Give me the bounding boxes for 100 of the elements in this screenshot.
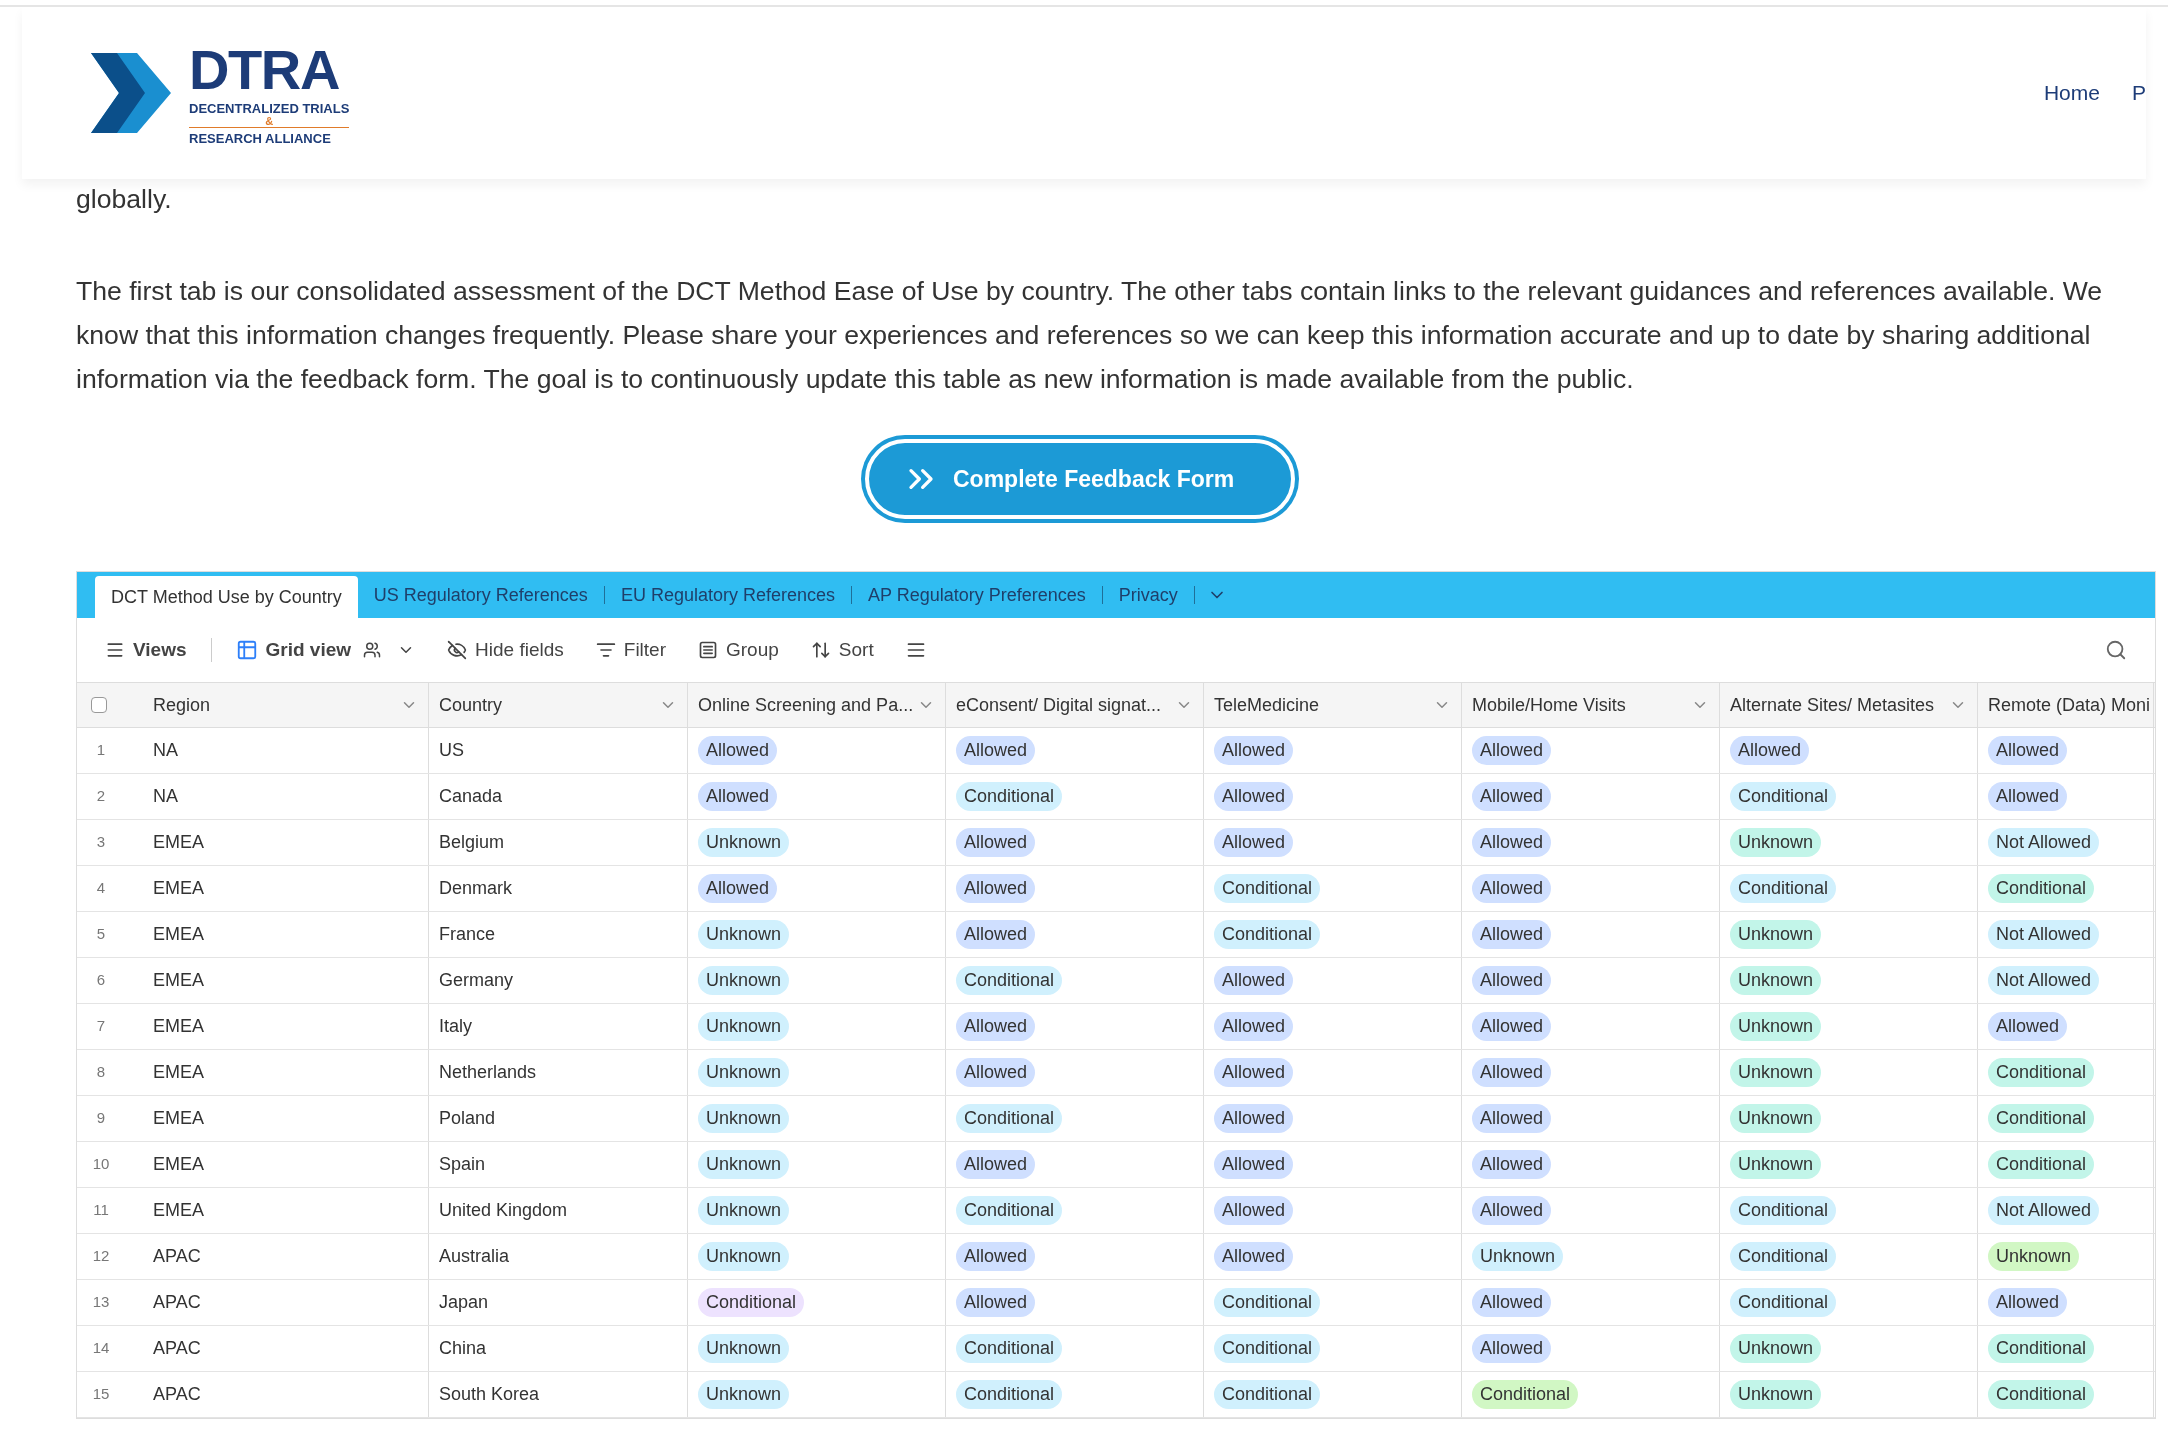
table-cell-text: Poland <box>439 1107 496 1130</box>
sort-icon <box>810 640 831 660</box>
grid-view-button[interactable]: Grid view <box>235 635 416 665</box>
column-header[interactable]: Online Screening and Pa... <box>698 691 914 719</box>
status-tag: Allowed <box>1472 1150 1552 1179</box>
filter-icon <box>595 640 616 660</box>
table-cell-text: South Korea <box>439 1383 540 1406</box>
status-tag: Conditional <box>698 1288 805 1317</box>
row-height-icon[interactable] <box>905 640 926 660</box>
status-tag: Allowed <box>956 1012 1036 1041</box>
status-tag: Allowed <box>1472 1012 1552 1041</box>
column-header[interactable]: eConsent/ Digital signat... <box>956 691 1162 719</box>
row-number: 11 <box>92 1200 110 1221</box>
row-number: 15 <box>91 1384 111 1405</box>
status-tag: Allowed <box>956 1150 1036 1179</box>
status-tag: Allowed <box>1472 1196 1552 1225</box>
status-tag: Conditional <box>1988 1104 2095 1133</box>
row-number: 7 <box>95 1016 107 1037</box>
status-tag: Conditional <box>1988 874 2095 903</box>
tab[interactable]: US Regulatory References <box>357 581 604 609</box>
status-tag: Unknown <box>698 920 790 949</box>
table-cell-text: Netherlands <box>439 1061 537 1084</box>
nav-link[interactable]: Home <box>2043 77 2100 109</box>
table-cell-text: NA <box>153 739 178 762</box>
status-tag: Conditional <box>1214 920 1321 949</box>
table-cell-text: Belgium <box>439 831 505 854</box>
status-tag: Allowed <box>1472 1288 1552 1317</box>
column-header[interactable]: Mobile/Home Visits <box>1472 691 1626 719</box>
status-tag: Allowed <box>1472 736 1552 765</box>
table-cell-text: APAC <box>153 1291 201 1314</box>
status-tag: Conditional <box>1730 1288 1837 1317</box>
table-cell-text: APAC <box>153 1337 201 1360</box>
tab[interactable]: EU Regulatory References <box>604 581 851 609</box>
status-tag: Conditional <box>1730 874 1837 903</box>
status-tag: Allowed <box>1472 920 1552 949</box>
table-cell-text: United Kingdom <box>439 1199 568 1222</box>
status-tag: Conditional <box>1214 874 1321 903</box>
status-tag: Allowed <box>1214 1104 1294 1133</box>
row-number: 13 <box>91 1292 111 1313</box>
status-tag: Allowed <box>956 828 1036 857</box>
status-tag: Allowed <box>956 1058 1036 1087</box>
tab[interactable]: AP Regulatory Preferences <box>852 581 1102 609</box>
status-tag: Not Allowed <box>1988 966 2100 995</box>
search-icon[interactable] <box>2105 639 2127 661</box>
table-cell-text: NA <box>153 785 178 808</box>
status-tag: Unknown <box>1988 1242 2080 1271</box>
status-tag: Unknown <box>698 1150 790 1179</box>
status-tag: Conditional <box>1988 1380 2095 1409</box>
column-header[interactable]: Region <box>153 691 211 719</box>
logo-subtitle: DECENTRALIZED TRIALS <box>189 101 350 115</box>
row-number: 3 <box>95 832 107 853</box>
filter-button[interactable]: Filter <box>595 635 666 665</box>
tab[interactable]: DCT Method Use by Country <box>95 576 358 618</box>
status-tag: Allowed <box>956 874 1036 903</box>
status-tag: Conditional <box>956 966 1063 995</box>
table-cell-text: Australia <box>439 1245 510 1268</box>
hide-fields-button[interactable]: Hide fields <box>447 635 564 665</box>
tab[interactable]: Privacy <box>1102 581 1194 609</box>
table-cell-text: EMEA <box>153 831 204 854</box>
status-tag: Unknown <box>1730 1058 1822 1087</box>
column-header[interactable]: Alternate Sites/ Metasites <box>1730 691 1935 719</box>
status-tag: Unknown <box>1730 1150 1822 1179</box>
row-number: 6 <box>95 970 107 991</box>
group-icon <box>698 640 718 660</box>
status-tag: Unknown <box>1730 1104 1822 1133</box>
column-header[interactable]: Remote (Data) Moni <box>1988 691 2151 719</box>
table-cell-text: France <box>439 923 496 946</box>
status-tag: Allowed <box>956 1288 1036 1317</box>
status-tag: Allowed <box>1214 736 1294 765</box>
group-button[interactable]: Group <box>698 635 779 665</box>
column-header[interactable]: Country <box>439 691 503 719</box>
table-cell-text: APAC <box>153 1383 201 1406</box>
status-tag: Allowed <box>1730 736 1810 765</box>
nav-link[interactable]: P <box>2132 77 2146 109</box>
table-cell-text: US <box>439 739 464 762</box>
status-tag: Unknown <box>1730 1380 1822 1409</box>
status-tag: Allowed <box>1214 1058 1294 1087</box>
table-cell-text: EMEA <box>153 877 204 900</box>
sort-button[interactable]: Sort <box>810 635 874 665</box>
status-tag: Conditional <box>956 782 1063 811</box>
status-tag: Conditional <box>956 1334 1063 1363</box>
table-cell-text: EMEA <box>153 1153 204 1176</box>
status-tag: Conditional <box>1988 1058 2095 1087</box>
row-number: 2 <box>95 786 107 807</box>
views-button[interactable]: Views <box>105 635 187 665</box>
column-header[interactable]: TeleMedicine <box>1214 691 1320 719</box>
status-tag: Allowed <box>956 1242 1036 1271</box>
table-cell-text: EMEA <box>153 1061 204 1084</box>
status-tag: Allowed <box>1472 1334 1552 1363</box>
table-cell-text: China <box>439 1337 487 1360</box>
table-cell-text: Italy <box>439 1015 472 1038</box>
status-tag: Allowed <box>956 736 1036 765</box>
status-tag: Allowed <box>1472 1058 1552 1087</box>
paragraph: The first tab is our consolidated assessment of the DCT Method Ease of Use by country. The other tabs contain links to the relevant guidances and references available. We know that this information changes frequently. Please share your experiences and references so we can keep this information accurate and up to date by sharing additional information via the feedback form. The goal is to continuously update this table as new information is made available from the public. <box>76 275 2104 396</box>
table-cell-text: Japan <box>439 1291 489 1314</box>
status-tag: Unknown <box>698 1242 790 1271</box>
select-all-checkbox[interactable] <box>91 697 107 713</box>
status-tag: Conditional <box>1214 1334 1321 1363</box>
status-tag: Conditional <box>956 1104 1063 1133</box>
row-number: 10 <box>91 1154 111 1175</box>
